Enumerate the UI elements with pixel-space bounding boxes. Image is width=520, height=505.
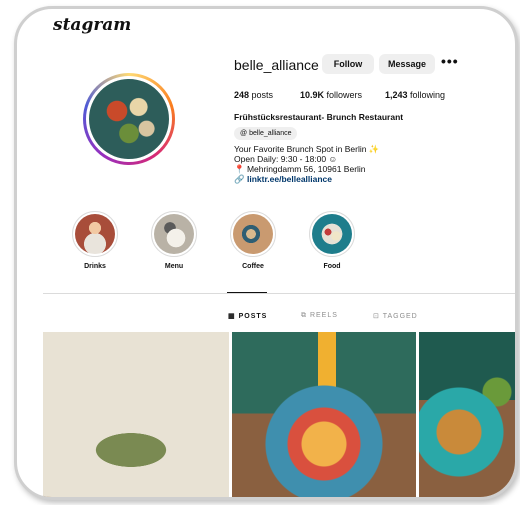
post-thumbnail[interactable] (419, 332, 515, 497)
highlight-ring (151, 211, 197, 257)
threads-badge[interactable]: @ belle_alliance (234, 127, 298, 140)
bio-line: Open Daily: 9:30 - 18:00 ☺ (234, 154, 338, 164)
highlight-coffee-image (233, 214, 273, 254)
posts-stat: 248 posts (234, 90, 273, 100)
highlight-label: Food (323, 263, 341, 270)
highlight-ring (309, 211, 355, 257)
grid-icon: ▦ (228, 313, 236, 320)
tab-reels[interactable]: ⧉ REELS (301, 312, 338, 320)
followers-stat[interactable]: 10.9K followers (300, 90, 362, 100)
highlight-drinks[interactable]: Drinks (72, 211, 118, 270)
highlight-drinks-image (75, 214, 115, 254)
tab-posts[interactable]: ▦ POSTS (228, 312, 267, 320)
highlight-ring (230, 211, 276, 257)
bio-link[interactable]: linktr.ee/bellealliance (247, 174, 332, 184)
post-thumbnail[interactable] (232, 332, 416, 497)
reels-icon: ⧉ (301, 312, 307, 319)
message-button[interactable]: Message (379, 54, 435, 74)
tab-label: TAGGED (382, 313, 418, 320)
following-label: following (410, 90, 446, 100)
more-options-icon[interactable]: ••• (441, 53, 459, 69)
instagram-wordmark[interactable]: stagram (53, 15, 131, 35)
post-thumbnail[interactable] (43, 332, 229, 497)
following-count: 1,243 (385, 90, 408, 100)
threads-handle: belle_alliance (249, 130, 292, 137)
threads-icon: @ (240, 130, 248, 137)
highlight-ring (72, 211, 118, 257)
highlight-food-image (312, 214, 352, 254)
profile-username: belle_alliance (234, 57, 319, 73)
tab-label: POSTS (238, 313, 268, 320)
highlight-label: Menu (164, 263, 184, 270)
highlight-menu-image (154, 214, 194, 254)
tab-label: REELS (309, 312, 338, 319)
highlight-menu[interactable]: Menu (151, 211, 197, 270)
follow-button[interactable]: Follow (322, 54, 374, 74)
highlight-label: Drinks (84, 263, 106, 270)
highlight-label: Coffee (242, 263, 264, 270)
screenshot-frame: stagram belle_alliance Follow Message ••… (14, 6, 518, 500)
tabs-divider (43, 293, 515, 294)
tab-tagged[interactable]: ⊡ TAGGED (373, 312, 418, 320)
profile-avatar[interactable] (83, 73, 175, 165)
profile-display-name: Frühstücksrestaurant- Brunch Restaurant (234, 112, 404, 122)
link-icon: 🔗 (234, 174, 245, 184)
followers-label: followers (326, 90, 363, 100)
highlight-coffee[interactable]: Coffee (230, 211, 276, 270)
followers-count: 10.9K (300, 90, 325, 100)
avatar-image (86, 76, 172, 162)
posts-label: posts (251, 90, 274, 100)
bio-link-row[interactable]: 🔗 linktr.ee/bellealliance (234, 174, 332, 185)
posts-count: 248 (234, 90, 250, 100)
following-stat[interactable]: 1,243 following (385, 90, 445, 100)
active-tab-indicator (227, 292, 267, 293)
highlight-food[interactable]: Food (309, 211, 355, 270)
tagged-icon: ⊡ (373, 313, 380, 320)
